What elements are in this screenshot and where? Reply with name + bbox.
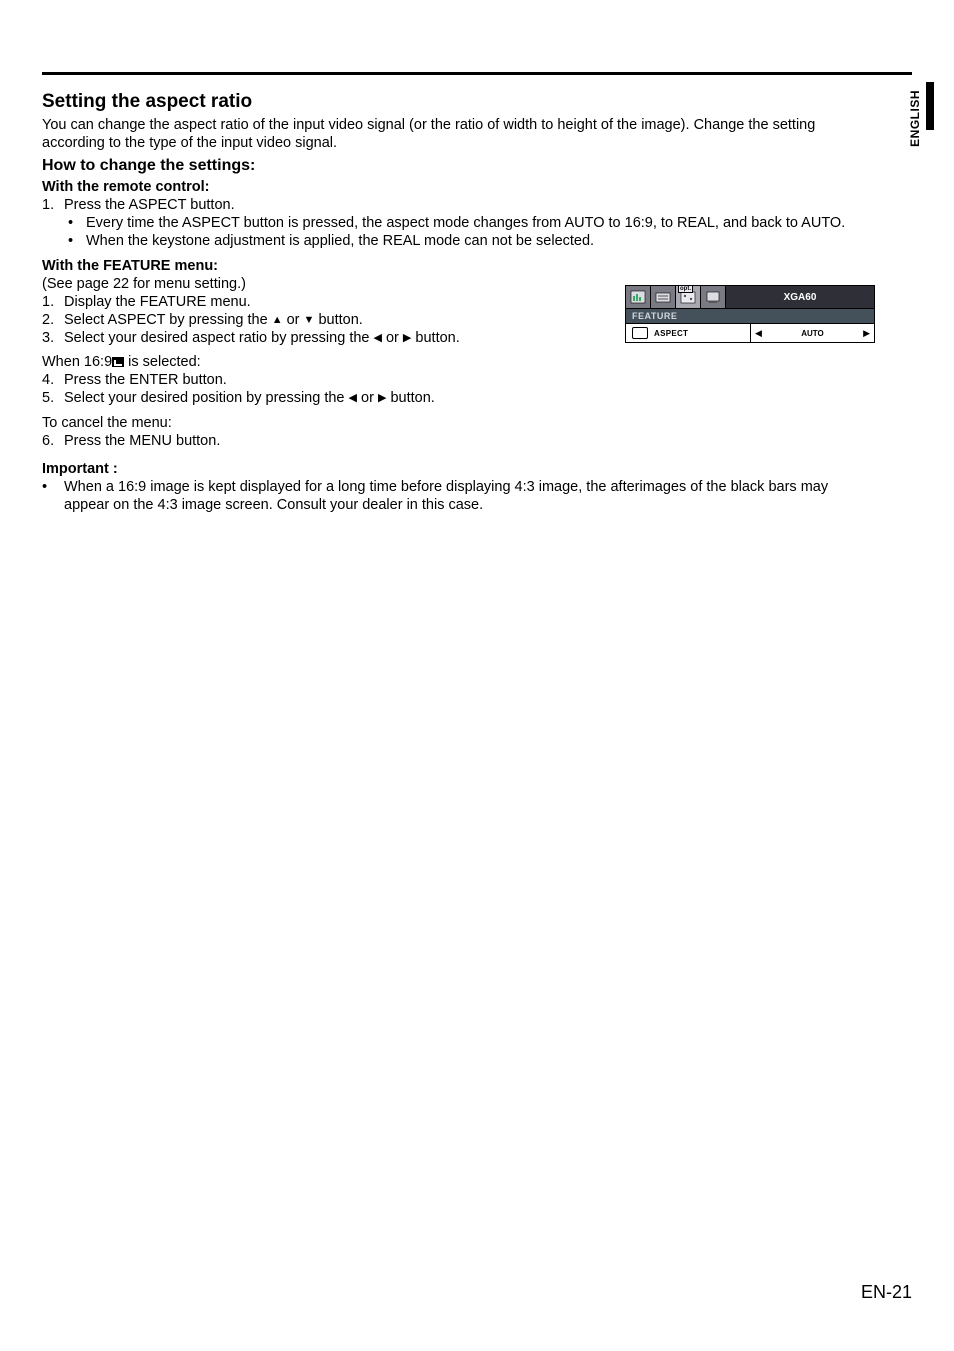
osd-tab-image-icon xyxy=(626,286,651,308)
text-fragment: is selected: xyxy=(124,354,201,370)
step-number: 2. xyxy=(42,311,64,329)
up-triangle-icon: ▲ xyxy=(272,314,283,328)
feature-menu-heading: With the FEATURE menu: xyxy=(42,257,862,275)
text-fragment: Select your desired position by pressing… xyxy=(64,390,349,406)
howto-heading: How to change the settings: xyxy=(42,156,862,176)
osd-tab-feature-icon: opt. xyxy=(676,286,701,308)
cancel-menu-heading: To cancel the menu: xyxy=(42,414,862,432)
when-169-line: When 16:9 is selected: xyxy=(42,353,862,371)
osd-tab-signal-icon xyxy=(701,286,726,308)
osd-setting-label: ASPECT xyxy=(654,329,688,338)
section-title: Setting the aspect ratio xyxy=(42,90,862,114)
down-triangle-icon: ▼ xyxy=(304,314,315,328)
text-fragment: or xyxy=(382,330,403,346)
step-number: 1. xyxy=(42,196,64,214)
aspect-icon xyxy=(632,327,648,339)
step-text: Select ASPECT by pressing the ▲ or ▼ but… xyxy=(64,311,363,329)
text-fragment: or xyxy=(283,312,304,328)
language-tab-label: ENGLISH xyxy=(908,90,922,147)
intro-text: You can change the aspect ratio of the i… xyxy=(42,116,862,152)
remote-control-heading: With the remote control: xyxy=(42,178,862,196)
bullet: • xyxy=(68,232,86,250)
step-f5: 5. Select your desired position by press… xyxy=(42,389,862,407)
step-text: Display the FEATURE menu. xyxy=(64,293,251,311)
osd-resolution-label: XGA60 xyxy=(726,286,874,308)
osd-menu-name: FEATURE xyxy=(626,309,874,324)
language-tab-marker xyxy=(926,82,934,130)
top-rule xyxy=(42,72,912,75)
text-fragment: button. xyxy=(386,390,434,406)
step-text: Press the MENU button. xyxy=(64,432,220,450)
osd-tab-installation-icon xyxy=(651,286,676,308)
step-number: 1. xyxy=(42,293,64,311)
step-number: 5. xyxy=(42,389,64,407)
step-text: Press the ASPECT button. xyxy=(64,196,235,214)
left-triangle-icon: ◀ xyxy=(755,328,762,339)
text-fragment: Select your desired aspect ratio by pres… xyxy=(64,330,374,346)
osd-tab-opt-label: opt. xyxy=(678,285,693,293)
bullet-text: When the keystone adjustment is applied,… xyxy=(86,232,594,250)
bullet-text: Every time the ASPECT button is pressed,… xyxy=(86,214,845,232)
language-tab: ENGLISH xyxy=(908,90,926,190)
text-fragment: button. xyxy=(411,330,459,346)
right-triangle-icon: ▶ xyxy=(863,328,870,339)
important-heading: Important : xyxy=(42,460,862,478)
osd-setting-value: AUTO xyxy=(801,329,824,338)
step-1-note-2: • When the keystone adjustment is applie… xyxy=(42,232,862,250)
step-number: 3. xyxy=(42,329,64,347)
bullet-text: When a 16:9 image is kept displayed for … xyxy=(64,478,862,514)
important-note-1: • When a 16:9 image is kept displayed fo… xyxy=(42,478,862,514)
step-number: 4. xyxy=(42,371,64,389)
text-fragment: When 16:9 xyxy=(42,354,112,370)
bullet: • xyxy=(42,478,64,514)
left-triangle-icon: ◀ xyxy=(374,332,382,346)
step-number: 6. xyxy=(42,432,64,450)
bullet: • xyxy=(68,214,86,232)
page-number: EN-21 xyxy=(861,1282,912,1303)
left-triangle-icon: ◀ xyxy=(349,392,357,406)
osd-setting-left: ASPECT xyxy=(626,324,751,342)
step-1-note-1: • Every time the ASPECT button is presse… xyxy=(42,214,862,232)
osd-menu-figure: opt. XGA60 FEATURE ASPECT ◀ AUTO ▶ xyxy=(625,285,875,343)
enter-icon xyxy=(112,357,124,367)
step-f6: 6. Press the MENU button. xyxy=(42,432,862,450)
step-text: Select your desired position by pressing… xyxy=(64,389,435,407)
step-f4: 4. Press the ENTER button. xyxy=(42,371,862,389)
text-fragment: button. xyxy=(314,312,362,328)
text-fragment: Select ASPECT by pressing the xyxy=(64,312,272,328)
osd-setting-right: ◀ AUTO ▶ xyxy=(751,324,874,342)
step-1: 1. Press the ASPECT button. xyxy=(42,196,862,214)
osd-setting-row: ASPECT ◀ AUTO ▶ xyxy=(626,324,874,342)
step-text: Select your desired aspect ratio by pres… xyxy=(64,329,460,347)
osd-tab-row: opt. XGA60 xyxy=(626,286,874,309)
text-fragment: or xyxy=(357,390,378,406)
step-text: Press the ENTER button. xyxy=(64,371,227,389)
